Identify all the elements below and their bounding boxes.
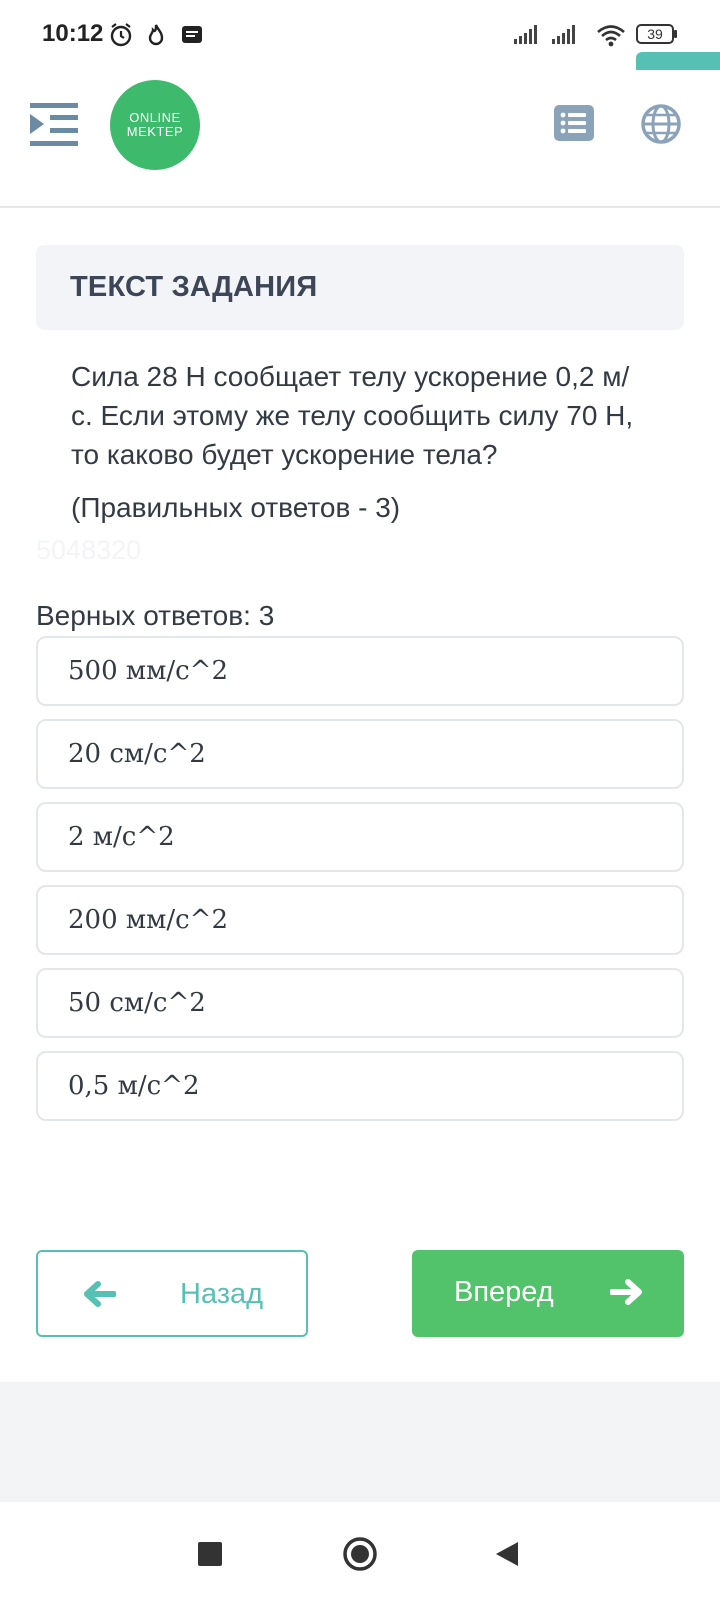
back-button[interactable]: Назад xyxy=(36,1250,308,1337)
answer-option[interactable]: 20 см/с^2 xyxy=(36,719,684,789)
alarm-icon xyxy=(110,23,132,47)
back-nav-icon[interactable] xyxy=(494,1540,520,1568)
battery-icon: 39 xyxy=(636,24,678,46)
answers-hint: (Правильных ответов - 3) xyxy=(71,492,401,523)
next-button[interactable]: Вперед xyxy=(412,1250,684,1337)
footer-band xyxy=(0,1382,720,1502)
answers-count-label: Верных ответов: 3 xyxy=(36,600,275,631)
online-mektep-logo[interactable]: ONLINE MEKTEP xyxy=(110,80,200,170)
task-title: ТЕКСТ ЗАДАНИЯ xyxy=(70,271,318,303)
answer-option[interactable]: 500 мм/с^2 xyxy=(36,636,684,706)
answer-list: 500 мм/с^2 20 см/с^2 2 м/с^2 200 мм/с^2 … xyxy=(36,636,684,1134)
signal-icon xyxy=(514,25,537,44)
question-text: Сила 28 Н сообщает телу ускорение 0,2 м/… xyxy=(71,361,634,470)
message-icon xyxy=(182,26,202,43)
recent-apps-icon[interactable] xyxy=(198,1542,222,1566)
arrow-right-icon xyxy=(610,1279,642,1305)
signal-icon xyxy=(552,25,575,44)
app-header: ONLINE MEKTEP xyxy=(0,70,720,208)
status-time: 10:12 xyxy=(42,20,104,47)
answer-option[interactable]: 50 см/с^2 xyxy=(36,968,684,1038)
logo-line1: ONLINE xyxy=(129,110,181,125)
home-icon[interactable] xyxy=(342,1536,378,1572)
arrow-left-icon xyxy=(84,1281,116,1307)
menu-icon[interactable] xyxy=(28,100,80,150)
answer-option[interactable]: 2 м/с^2 xyxy=(36,802,684,872)
answer-option[interactable]: 0,5 м/с^2 xyxy=(36,1051,684,1121)
status-bar: 10:12 39 xyxy=(0,0,720,78)
task-header-card: ТЕКСТ ЗАДАНИЯ xyxy=(36,245,684,330)
watermark: 5048320 xyxy=(36,535,142,565)
wifi-icon xyxy=(597,25,625,47)
flame-icon xyxy=(148,24,164,46)
logo-line2: MEKTEP xyxy=(126,124,184,139)
next-button-label: Вперед xyxy=(454,1276,554,1308)
globe-icon[interactable] xyxy=(640,103,682,145)
list-icon[interactable] xyxy=(554,105,594,141)
system-nav-bar xyxy=(0,1502,720,1600)
answer-option[interactable]: 200 мм/с^2 xyxy=(36,885,684,955)
back-button-label: Назад xyxy=(180,1278,264,1310)
battery-level: 39 xyxy=(636,24,674,44)
